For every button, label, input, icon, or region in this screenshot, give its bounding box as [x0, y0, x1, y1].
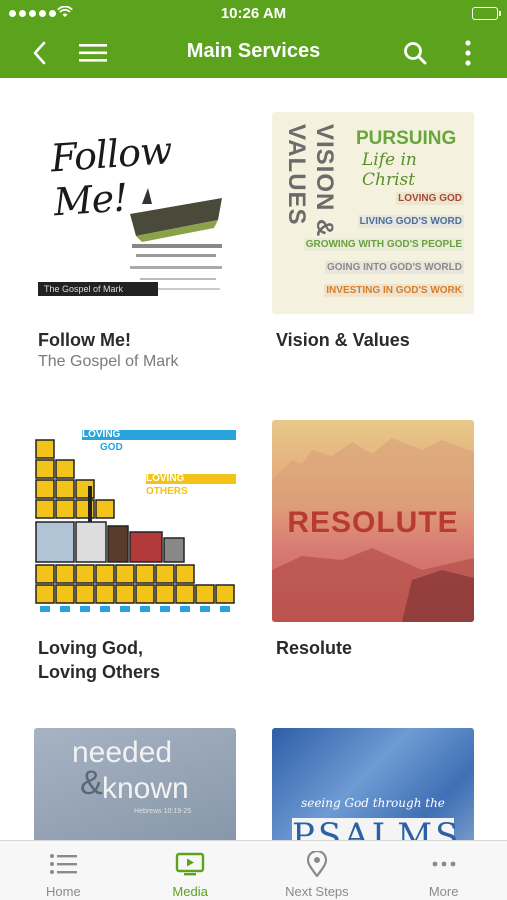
- artwork-row: LOVING GOD: [396, 192, 464, 205]
- series-card-psalms[interactable]: seeing God through the PSALMS: [272, 728, 474, 840]
- top-bar: 10:26 AM Main Services: [0, 0, 507, 78]
- series-title: Follow Me!: [38, 330, 131, 350]
- series-card-resolute[interactable]: RESOLUTE Resolute: [272, 420, 474, 660]
- artwork-ampersand: &: [80, 764, 103, 802]
- artwork-row: GROWING WITH GOD'S PEOPLE: [303, 238, 464, 251]
- tab-label: Home: [46, 884, 81, 899]
- series-artwork: needed & known Hebrews 10:19-25: [34, 728, 236, 840]
- series-artwork: seeing God through the PSALMS: [272, 728, 474, 840]
- series-artwork: Follow Me! The Gospel of Mark: [34, 112, 236, 314]
- artwork-heading: PURSUING: [356, 128, 457, 149]
- battery-icon: [472, 7, 501, 20]
- series-artwork: VISION & VALUES PURSUING Life in Christ …: [272, 112, 474, 314]
- map-pin-icon: [306, 851, 327, 877]
- nav-bar: Main Services: [0, 28, 507, 78]
- list-icon: [50, 854, 78, 874]
- series-title: Loving God,: [38, 638, 143, 658]
- search-icon[interactable]: [398, 36, 432, 70]
- artwork-word: known: [102, 772, 189, 805]
- series-grid: Follow Me! The Gospel of Mark Follow Me!…: [0, 78, 507, 840]
- series-artwork: RESOLUTE: [272, 420, 474, 622]
- tab-media[interactable]: Media: [127, 841, 254, 900]
- artwork-row: INVESTING IN GOD'S WORK: [324, 284, 464, 297]
- status-time: 10:26 AM: [220, 5, 287, 22]
- series-card-vision-values[interactable]: VISION & VALUES PURSUING Life in Christ …: [272, 112, 474, 352]
- tab-home[interactable]: Home: [0, 841, 127, 900]
- artwork-title: RESOLUTE: [287, 506, 459, 539]
- artwork-row: GOING INTO GOD'S WORLD: [325, 261, 464, 274]
- tab-label: Next Steps: [285, 884, 349, 899]
- tab-more[interactable]: More: [380, 841, 507, 900]
- status-bar: 10:26 AM: [0, 0, 507, 28]
- horizontal-ellipsis-icon: [432, 861, 456, 867]
- series-title-line-2: Loving Others: [38, 662, 161, 682]
- series-card-loving-god[interactable]: LOVING GOD LOVING OTHERS Loving God, Lov…: [34, 420, 236, 684]
- series-title: Vision & Values: [276, 330, 410, 350]
- tab-label: Media: [172, 884, 208, 899]
- series-card-follow-me[interactable]: Follow Me! The Gospel of Mark Follow Me!…: [34, 112, 236, 372]
- series-card-needed-known[interactable]: needed & known Hebrews 10:19-25: [34, 728, 236, 840]
- artwork-subheading: Life in Christ: [362, 150, 417, 190]
- artwork-reference: Hebrews 10:19-25: [134, 808, 192, 815]
- vertical-ellipsis-icon[interactable]: [451, 36, 485, 70]
- tab-label: More: [428, 884, 459, 899]
- series-subtitle: The Gospel of Mark: [38, 353, 179, 370]
- tab-next-steps[interactable]: Next Steps: [254, 841, 381, 900]
- artwork-row: LIVING GOD'S WORD: [357, 215, 464, 228]
- series-title: Resolute: [276, 638, 353, 658]
- tab-bar: Home Media Next Steps More: [0, 840, 507, 900]
- houses-illustration: [35, 439, 235, 612]
- app-screen: 10:26 AM Main Services Follow Me! The Go…: [0, 0, 507, 900]
- artwork-tag: The Gospel of Mark: [38, 282, 158, 296]
- tv-play-icon: [175, 852, 205, 876]
- series-artwork: LOVING GOD LOVING OTHERS: [34, 420, 236, 622]
- artwork-title: PSALMS: [292, 816, 462, 840]
- artwork-subtitle: seeing God through the: [301, 796, 445, 810]
